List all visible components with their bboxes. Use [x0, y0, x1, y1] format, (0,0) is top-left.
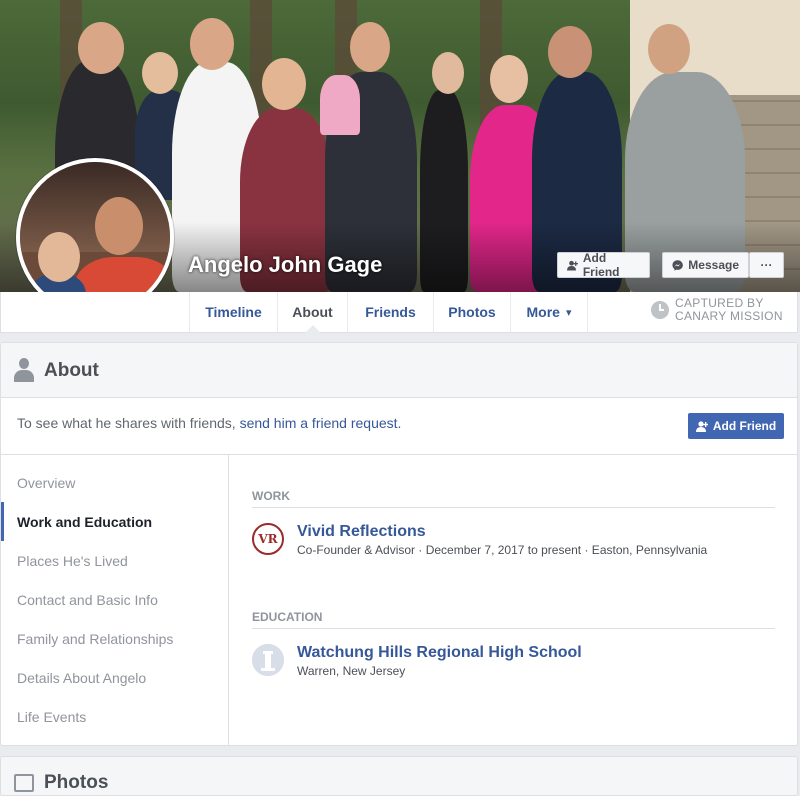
friend-prompt-text: To see what he shares with friends, [17, 415, 236, 431]
photos-title: Photos [44, 772, 109, 793]
vivid-reflections-logo-icon[interactable]: VR [252, 523, 284, 555]
photos-card: Photos [0, 756, 798, 796]
messenger-icon [672, 259, 683, 271]
cover-person-head [262, 58, 306, 110]
tab-friends[interactable]: Friends [347, 292, 433, 332]
profile-nav-bar: Timeline About Friends Photos More ▾ CAPT… [0, 292, 798, 333]
school-glyph [252, 644, 284, 676]
tab-photos[interactable]: Photos [433, 292, 510, 332]
add-friend-icon [567, 260, 578, 270]
profile-name[interactable]: Angelo John Gage [188, 252, 382, 278]
avatar-background [20, 162, 170, 252]
sidebar-item-label: Contact and Basic Info [17, 591, 158, 608]
logo-text: VR [258, 532, 278, 546]
sidebar-item-life-events[interactable]: Life Events [1, 697, 229, 736]
captured-line-2: CANARY MISSION [675, 309, 783, 323]
sidebar-item-label: Family and Relationships [17, 630, 174, 647]
friend-request-link[interactable]: send him a friend request. [240, 415, 402, 431]
person-icon [14, 358, 34, 382]
tab-timeline-label: Timeline [205, 304, 262, 320]
about-sidebar: Overview Work and Education Places He's … [1, 455, 229, 745]
message-label: Message [688, 258, 739, 272]
about-card: About To see what he shares with friends… [0, 342, 798, 746]
add-friend-label: Add Friend [582, 251, 620, 279]
sidebar-item-label: Overview [17, 474, 76, 491]
sidebar-item-label: Details About Angelo [17, 669, 147, 686]
about-title: About [44, 360, 99, 381]
avatar-person-face [95, 197, 143, 255]
sidebar-item-work-education[interactable]: Work and Education [1, 502, 229, 541]
clock-icon [651, 301, 669, 319]
avatar-child-face [38, 232, 80, 282]
cover-person-head [648, 24, 690, 74]
captured-by-watermark: CAPTURED BY CANARY MISSION [651, 297, 783, 323]
cover-person-head [190, 18, 234, 70]
tab-about[interactable]: About [277, 292, 347, 333]
work-heading: WORK [252, 489, 290, 503]
tab-timeline[interactable]: Timeline [189, 292, 277, 332]
cover-person-head [78, 22, 124, 74]
work-details: Co-Founder & Advisor · December 7, 2017 … [297, 543, 708, 557]
message-button[interactable]: Message [662, 252, 749, 278]
cover-person-head [548, 26, 592, 78]
education-divider [252, 628, 775, 629]
more-options-icon: ··· [760, 258, 773, 272]
sidebar-item-contact-info[interactable]: Contact and Basic Info [1, 580, 229, 619]
sidebar-item-overview[interactable]: Overview [1, 463, 229, 502]
sidebar-item-label: Life Events [17, 708, 87, 725]
tab-more-label: More [526, 304, 560, 320]
tab-more[interactable]: More ▾ [510, 292, 588, 332]
school-location: Warren, New Jersey [297, 664, 406, 678]
employer-link[interactable]: Vivid Reflections [297, 523, 426, 541]
add-friend-icon [695, 420, 708, 432]
school-icon[interactable] [252, 644, 284, 676]
caret-down-icon: ▾ [565, 306, 572, 319]
education-heading: EDUCATION [252, 610, 323, 624]
add-friend-primary-button[interactable]: Add Friend [688, 413, 784, 439]
more-options-button[interactable]: ··· [749, 252, 784, 278]
sidebar-item-label: Places He's Lived [17, 552, 128, 569]
about-content: WORK VR Vivid Reflections Co-Founder & A… [230, 455, 798, 745]
cover-person-head [142, 52, 178, 94]
cover-person-head [350, 22, 390, 72]
photos-icon [14, 774, 34, 792]
tab-friends-label: Friends [365, 304, 416, 320]
work-divider [252, 507, 775, 508]
cover-person [320, 75, 360, 135]
sidebar-item-places-lived[interactable]: Places He's Lived [1, 541, 229, 580]
tab-about-label: About [292, 304, 333, 320]
about-header: About [1, 343, 797, 398]
sidebar-item-label: Work and Education [17, 513, 153, 530]
add-friend-button[interactable]: Add Friend [557, 251, 650, 279]
sidebar-item-family[interactable]: Family and Relationships [1, 619, 229, 658]
cover-person-head [490, 55, 528, 103]
cover-person-head [432, 52, 464, 94]
friend-prompt: To see what he shares with friends, send… [17, 415, 401, 431]
add-friend-primary-label: Add Friend [712, 419, 777, 433]
school-link[interactable]: Watchung Hills Regional High School [297, 644, 582, 662]
friend-request-row: To see what he shares with friends, send… [1, 399, 797, 455]
sidebar-item-details[interactable]: Details About Angelo [1, 658, 229, 697]
tab-photos-label: Photos [448, 304, 496, 320]
